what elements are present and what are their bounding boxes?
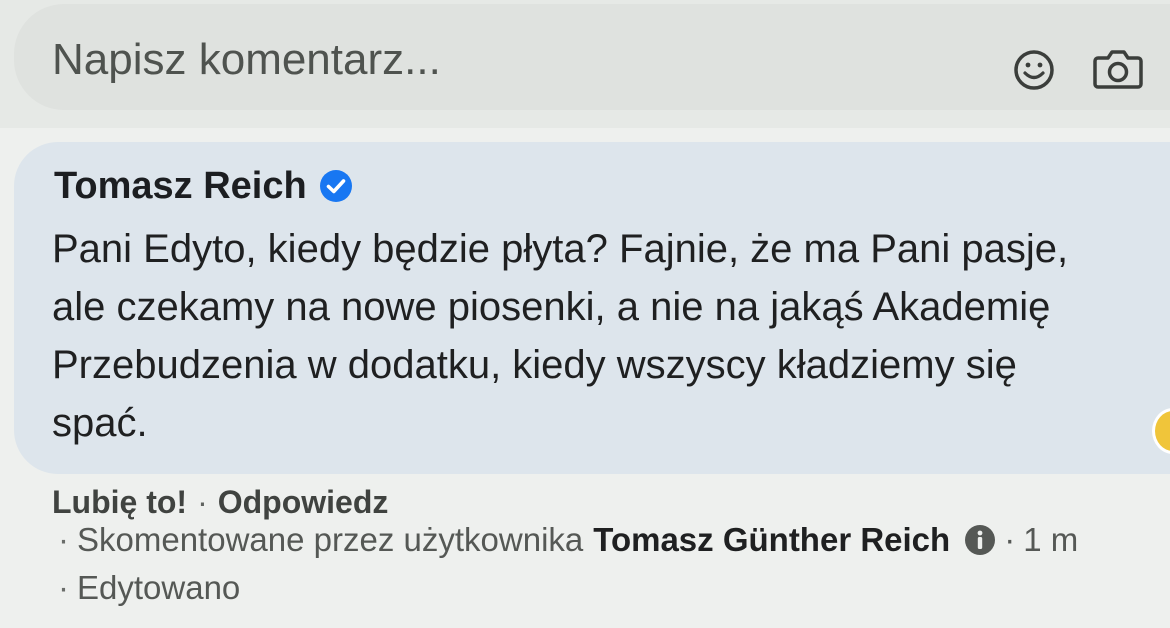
edited-label[interactable]: Edytowano	[77, 569, 240, 607]
verified-checkmark-icon	[319, 170, 352, 202]
like-button[interactable]: Lubię to!	[52, 484, 187, 521]
info-circle-icon[interactable]	[964, 524, 996, 556]
edited-row: · Edytowano	[58, 568, 240, 608]
time-separator: ·	[1004, 521, 1016, 558]
action-separator: ·	[197, 483, 208, 520]
comment-input-placeholder: Napisz komentarz...	[52, 35, 441, 84]
meta-dot: ·	[58, 521, 69, 558]
commented-by-name[interactable]: Tomasz Günther Reich	[593, 521, 950, 559]
meta-dot: ·	[58, 569, 69, 606]
comment-text: Pani Edyto, kiedy będzie płyta? Fajnie, …	[52, 227, 1069, 445]
smiley-face-icon[interactable]	[1012, 48, 1056, 92]
comment-actions: Lubię to! · Odpowiedz	[52, 482, 388, 522]
commented-by-label: Skomentowane przez użytkownika	[77, 521, 584, 558]
comment-bubble: Tomasz Reich Pani Edyto, kiedy będzie pł…	[14, 142, 1170, 474]
comment-timestamp[interactable]: 1 m	[1023, 521, 1078, 559]
comment-input[interactable]: Napisz komentarz...	[14, 4, 1170, 110]
camera-icon[interactable]	[1092, 46, 1144, 92]
comment-author-row: Tomasz Reich	[54, 164, 353, 208]
comment-author-name[interactable]: Tomasz Reich	[54, 164, 307, 208]
reply-button[interactable]: Odpowiedz	[218, 484, 389, 521]
commented-by-row: · Skomentowane przez użytkownika Tomasz …	[58, 520, 1078, 560]
